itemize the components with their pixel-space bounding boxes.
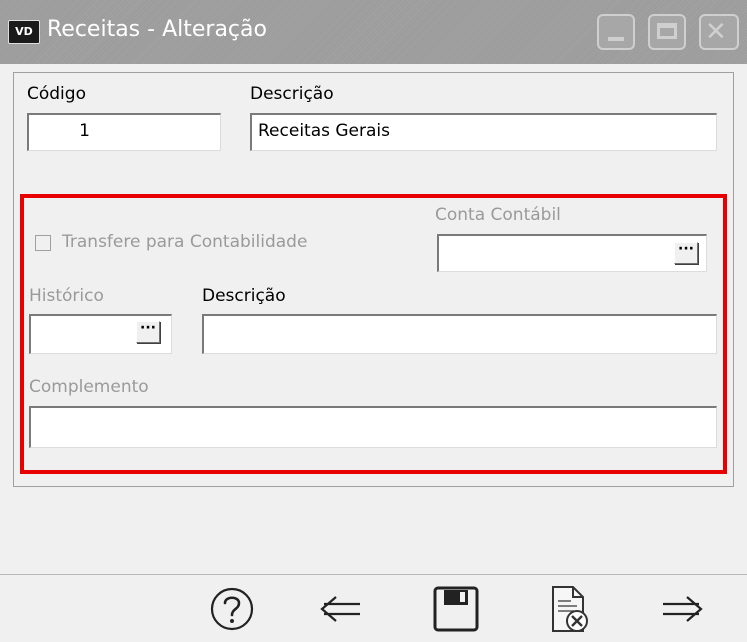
- historico-lookup-button[interactable]: ···: [136, 321, 160, 343]
- next-button[interactable]: [653, 581, 709, 637]
- conta-contabil-lookup-button[interactable]: ···: [674, 242, 698, 264]
- cancel-button[interactable]: [541, 581, 597, 637]
- minimize-icon: [608, 37, 624, 41]
- conta-contabil-label: Conta Contábil: [435, 205, 561, 225]
- window-title: Receitas - Alteração: [47, 17, 267, 42]
- save-button[interactable]: [428, 581, 484, 637]
- bottom-toolbar: [0, 575, 747, 642]
- codigo-label: Código: [27, 84, 86, 104]
- conta-contabil-field[interactable]: [437, 234, 707, 272]
- descricao-field[interactable]: Receitas Gerais: [250, 113, 717, 151]
- complemento-label: Complemento: [29, 377, 149, 397]
- close-button[interactable]: ✕: [699, 14, 739, 50]
- save-icon: [433, 586, 479, 632]
- codigo-field[interactable]: 1: [27, 113, 221, 151]
- cancel-document-icon: [552, 586, 588, 632]
- descricao-label: Descrição: [250, 84, 334, 104]
- minimize-button[interactable]: [597, 14, 635, 50]
- transfere-label: Transfere para Contabilidade: [62, 232, 308, 252]
- help-icon: [210, 587, 254, 631]
- transfere-checkbox[interactable]: [35, 235, 51, 251]
- historico-descricao-field[interactable]: [202, 314, 717, 354]
- title-bar[interactable]: VD Receitas - Alteração ✕: [0, 0, 747, 64]
- historico-descricao-label: Descrição: [202, 286, 286, 306]
- previous-button[interactable]: [314, 581, 370, 637]
- maximize-button[interactable]: [648, 14, 686, 50]
- complemento-field[interactable]: [29, 406, 717, 448]
- help-button[interactable]: [204, 581, 260, 637]
- close-icon: ✕: [705, 17, 727, 47]
- app-icon: VD: [8, 20, 40, 44]
- historico-label: Histórico: [29, 286, 104, 306]
- maximize-icon: [657, 23, 677, 39]
- arrow-left-icon: [320, 596, 360, 622]
- arrow-right-icon: [663, 596, 703, 622]
